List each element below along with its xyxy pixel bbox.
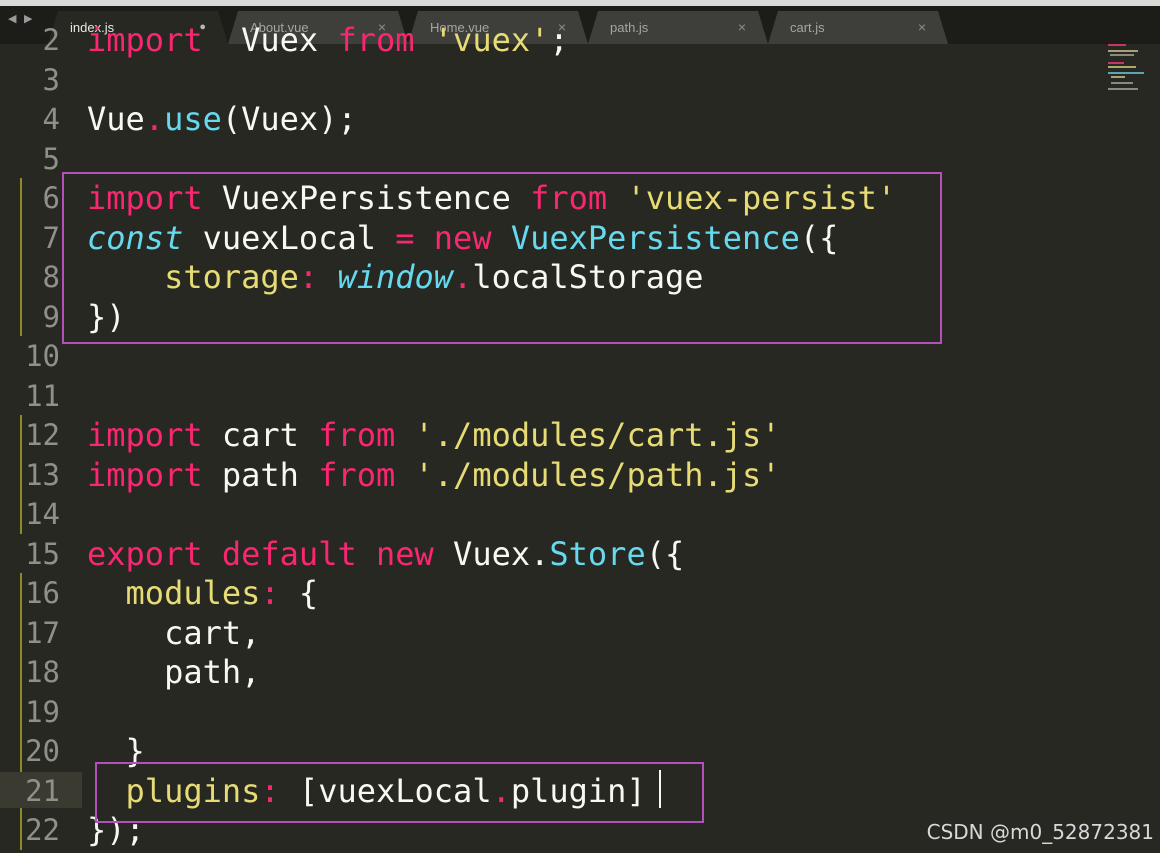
code-line[interactable]: Vue.use(Vuex); bbox=[87, 99, 357, 139]
line-number: 15 bbox=[25, 536, 60, 571]
code-token: : bbox=[260, 574, 280, 612]
code-token: ; bbox=[549, 21, 569, 59]
line-number: 22 bbox=[25, 813, 60, 847]
line-number: 19 bbox=[25, 694, 60, 729]
highlight-box-plugins bbox=[95, 762, 704, 823]
watermark: CSDN @m0_52872381 bbox=[926, 820, 1154, 844]
line-number: 12 bbox=[25, 418, 60, 452]
code-token: from bbox=[318, 416, 396, 454]
line-number: 11 bbox=[25, 378, 60, 413]
highlight-box-persistence bbox=[62, 172, 942, 344]
code-token: new bbox=[375, 534, 434, 573]
code-line[interactable]: cart, bbox=[87, 613, 260, 653]
code-token: modules bbox=[125, 574, 261, 612]
code-token: (Vuex); bbox=[221, 100, 357, 138]
code-line[interactable]: path, bbox=[87, 652, 260, 692]
text-cursor bbox=[659, 770, 661, 808]
code-token: from bbox=[337, 21, 415, 59]
line-number: 5 bbox=[42, 141, 60, 176]
code-line[interactable]: import Vuex from 'vuex'; bbox=[87, 20, 569, 60]
minimap[interactable] bbox=[1108, 42, 1152, 92]
code-token: use bbox=[164, 100, 222, 138]
code-token: cart, bbox=[87, 613, 261, 652]
code-token: Vuex bbox=[202, 21, 338, 59]
code-token: import bbox=[87, 21, 203, 59]
code-token: 'vuex' bbox=[414, 21, 550, 59]
code-token: . bbox=[144, 100, 165, 138]
code-token: import bbox=[87, 416, 203, 454]
code-token: default bbox=[221, 534, 357, 573]
line-number: 17 bbox=[25, 615, 60, 650]
code-line[interactable]: modules: { bbox=[87, 573, 319, 613]
line-number: 20 bbox=[25, 734, 60, 768]
code-token: path, bbox=[87, 653, 261, 691]
code-token: Vue bbox=[87, 100, 145, 138]
code-token: { bbox=[279, 574, 319, 612]
line-number: 14 bbox=[25, 497, 60, 531]
code-token: Vuex. bbox=[433, 534, 550, 573]
line-number: 7 bbox=[42, 220, 60, 255]
window-top-strip bbox=[0, 0, 1160, 6]
line-number: 10 bbox=[25, 339, 60, 373]
code-token: from bbox=[318, 455, 396, 494]
line-number: 2 bbox=[42, 23, 60, 57]
line-number: 9 bbox=[42, 299, 60, 334]
tab-cart-js[interactable]: cart.js × bbox=[768, 11, 948, 44]
code-line[interactable]: import cart from './modules/cart.js' bbox=[87, 415, 781, 455]
code-token: path bbox=[202, 455, 319, 494]
code-token: export bbox=[87, 534, 203, 573]
line-number: 21 bbox=[25, 773, 60, 808]
line-number: 8 bbox=[42, 260, 60, 294]
close-icon[interactable]: × bbox=[918, 19, 926, 35]
code-line[interactable]: export default new Vuex.Store({ bbox=[87, 534, 684, 574]
line-number: 16 bbox=[25, 576, 60, 610]
tab-label: path.js bbox=[610, 20, 649, 35]
line-number: 18 bbox=[25, 655, 60, 689]
line-number: 4 bbox=[42, 102, 60, 136]
code-line[interactable]: import path from './modules/path.js' bbox=[87, 455, 781, 495]
line-number: 6 bbox=[42, 181, 60, 215]
line-number: 13 bbox=[25, 457, 60, 492]
close-icon[interactable]: × bbox=[738, 19, 746, 35]
code-token: ({ bbox=[645, 534, 685, 573]
code-token: './modules/path.js' bbox=[414, 455, 781, 494]
tab-label: cart.js bbox=[790, 20, 825, 35]
code-token: Store bbox=[549, 534, 646, 573]
tab-path-js[interactable]: path.js × bbox=[588, 11, 768, 44]
code-token: './modules/cart.js' bbox=[414, 416, 781, 454]
line-number: 3 bbox=[42, 62, 60, 97]
code-token: cart bbox=[202, 416, 319, 454]
code-token: import bbox=[87, 455, 203, 494]
